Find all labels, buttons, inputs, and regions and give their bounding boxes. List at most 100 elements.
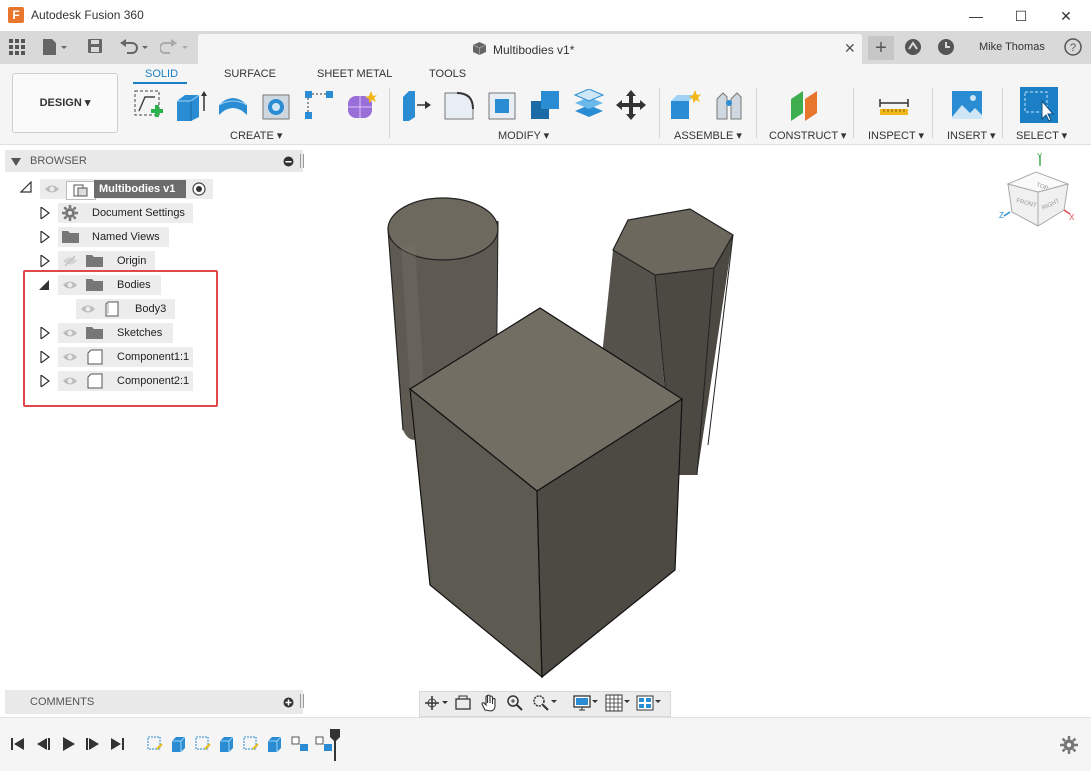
tab-solid[interactable]: SOLID [145,68,178,80]
visibility-eye-icon[interactable] [44,183,60,198]
close-tab-icon[interactable]: ✕ [844,40,856,57]
workspace-switcher-button[interactable]: DESIGN ▾ [12,73,118,133]
svg-text:Z: Z [999,211,1004,220]
new-tab-button[interactable]: + [868,36,894,60]
toolbar-divider [932,88,933,138]
play-icon[interactable] [62,737,76,754]
panel-resize-handle[interactable] [300,694,304,708]
toolbar-divider [756,88,757,138]
active-tab-indicator [133,82,187,84]
revolve-icon[interactable] [217,89,249,121]
undo-icon[interactable] [119,38,151,59]
offset-plane-icon[interactable] [789,89,821,121]
go-to-start-icon[interactable] [11,737,25,754]
create-menu[interactable]: CREATE ▾ [230,129,282,142]
create-sketch-icon[interactable] [133,89,165,121]
combine-icon[interactable] [529,89,561,121]
offset-face-icon[interactable] [573,88,605,121]
viewports-icon[interactable] [636,694,662,715]
step-back-icon[interactable] [36,737,50,754]
timeline-settings-gear-icon[interactable] [1060,736,1078,757]
create-form-icon[interactable] [345,89,377,121]
grid-snaps-icon[interactable] [605,694,631,715]
comments-title: COMMENTS [30,696,95,708]
extrude-icon[interactable] [175,89,207,121]
minimize-browser-icon[interactable] [283,156,294,170]
help-icon[interactable]: ? [1064,38,1082,59]
construct-menu[interactable]: CONSTRUCT ▾ [769,129,846,142]
title-bar [0,0,1091,32]
assemble-menu[interactable]: ASSEMBLE ▾ [674,129,742,142]
orbit-icon[interactable] [424,695,448,714]
select-menu[interactable]: SELECT ▾ [1016,129,1067,142]
viewport-canvas[interactable] [300,145,1091,690]
press-pull-icon[interactable] [401,89,433,121]
expand-toggle[interactable] [40,205,50,222]
fillet-icon[interactable] [443,89,475,121]
timeline-marker[interactable] [330,729,342,766]
add-comment-icon[interactable] [283,697,294,711]
timeline-component-feature[interactable] [290,735,310,756]
pan-hand-icon[interactable] [480,694,498,715]
tab-sheet-metal[interactable]: SHEET METAL [317,68,392,80]
tree-item-label: Document Settings [92,207,185,219]
modify-menu[interactable]: MODIFY ▾ [498,129,549,142]
look-at-icon[interactable] [454,695,472,714]
job-status-icon[interactable] [904,38,922,59]
svg-text:Y: Y [1037,152,1043,161]
timeline-extrude-feature[interactable] [170,735,188,756]
new-component-icon[interactable] [669,89,701,121]
expand-root-toggle[interactable] [19,180,32,196]
tree-item-label: Named Views [92,231,160,243]
timeline-sketch-feature[interactable] [146,735,164,756]
shell-icon[interactable] [487,89,519,121]
svg-text:X: X [1069,213,1075,222]
gear-icon [62,205,78,224]
step-forward-icon[interactable] [86,737,100,754]
tab-surface[interactable]: SURFACE [224,68,276,80]
hidden-eye-icon[interactable] [62,255,78,270]
minimize-button[interactable]: — [966,6,986,26]
insert-menu[interactable]: INSERT ▾ [947,129,996,142]
expand-toggle[interactable] [40,253,50,270]
app-title: Autodesk Fusion 360 [31,8,144,22]
measure-icon[interactable] [878,89,910,121]
clock-icon[interactable] [937,38,955,59]
maximize-button[interactable]: ☐ [1011,6,1031,26]
file-menu-icon[interactable] [42,38,70,59]
save-icon[interactable] [88,39,102,56]
timeline-extrude-feature[interactable] [218,735,236,756]
user-menu[interactable]: Mike Thomas [979,41,1045,53]
zoom-icon[interactable] [506,694,524,715]
folder-icon [62,230,79,246]
expand-toggle[interactable] [40,229,50,246]
view-cube[interactable]: Y TOP FRONT RIGHT Z X [998,150,1078,233]
timeline-sketch-feature[interactable] [242,735,260,756]
folder-icon [86,254,103,270]
toolbar-divider [659,88,660,138]
rectangular-pattern-icon[interactable] [303,89,335,121]
collapse-browser-icon[interactable] [11,157,21,171]
move-copy-icon[interactable] [615,89,647,121]
apps-grid-icon[interactable] [9,39,25,58]
toolbar-divider [1002,88,1003,138]
go-to-end-icon[interactable] [110,737,124,754]
tab-tools[interactable]: TOOLS [429,68,466,80]
svg-text:?: ? [1070,42,1076,54]
fusion-logo-icon: F [8,7,24,23]
redo-icon[interactable] [159,38,192,59]
timeline-sketch-feature[interactable] [194,735,212,756]
close-button[interactable]: ✕ [1056,6,1076,26]
toolbar-divider [853,88,854,138]
hole-icon[interactable] [261,89,293,121]
select-icon[interactable] [1020,87,1058,123]
joint-icon[interactable] [713,89,745,121]
timeline-extrude-feature[interactable] [266,735,284,756]
highlight-annotation-box [23,270,218,407]
display-settings-icon[interactable] [573,694,599,715]
tree-item-label: Origin [117,255,147,267]
activate-radio-icon[interactable] [192,182,206,199]
zoom-window-icon[interactable] [532,694,558,715]
inspect-menu[interactable]: INSPECT ▾ [868,129,924,142]
insert-image-icon[interactable] [951,89,983,121]
